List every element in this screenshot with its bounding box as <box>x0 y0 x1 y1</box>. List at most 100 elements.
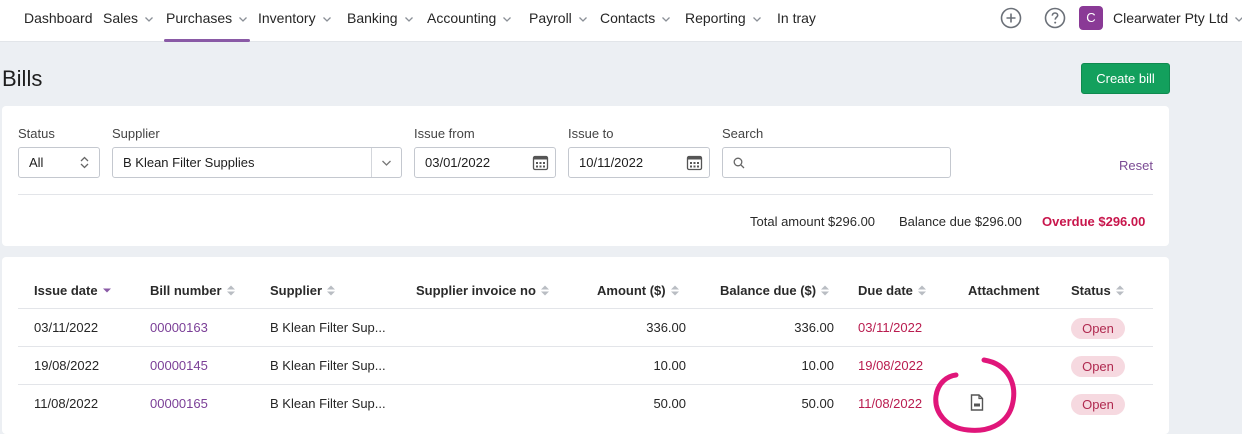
nav-item-in-tray[interactable]: In tray <box>777 0 816 42</box>
chevron-down-icon <box>503 17 512 23</box>
sort-icon <box>1115 285 1124 296</box>
issue-from-input[interactable]: 03/01/2022 <box>414 147 556 178</box>
nav-item-label: Contacts <box>600 10 656 26</box>
column-header-label: Amount ($) <box>597 283 666 298</box>
nav-item-label: Payroll <box>529 10 572 26</box>
column-header-label: Attachment <box>968 283 1040 298</box>
sort-icon <box>226 285 235 296</box>
column-header-balance-due[interactable]: Balance due ($) <box>720 283 830 298</box>
nav-item-label: Sales <box>103 10 139 26</box>
calendar-icon[interactable] <box>532 154 549 171</box>
create-bill-button[interactable]: Create bill <box>1081 63 1170 94</box>
chevron-down-icon <box>239 17 248 23</box>
row-divider <box>18 346 1153 347</box>
chevron-down-icon <box>382 160 391 166</box>
column-header-attachment: Attachment <box>968 283 1040 298</box>
column-header-label: Bill number <box>150 283 222 298</box>
sort-stepper-icon <box>80 156 89 169</box>
column-header-label: Supplier invoice no <box>416 283 536 298</box>
nav-item-label: Accounting <box>427 10 497 26</box>
issue-from-label: Issue from <box>414 126 475 141</box>
nav-item-sales[interactable]: Sales <box>103 0 154 42</box>
sort-icon <box>327 285 336 296</box>
chevron-down-icon <box>578 17 587 23</box>
column-header-supplier[interactable]: Supplier <box>270 283 336 298</box>
issue-from-value: 03/01/2022 <box>425 155 491 170</box>
column-header-due-date[interactable]: Due date <box>858 283 926 298</box>
issue-to-label: Issue to <box>568 126 614 141</box>
nav-item-payroll[interactable]: Payroll <box>529 0 588 42</box>
nav-item-label: Dashboard <box>24 10 93 26</box>
column-header-label: Due date <box>858 283 913 298</box>
supplier-label: Supplier <box>112 126 160 141</box>
cell-amount: 50.00 <box>653 396 686 411</box>
status-select[interactable]: All <box>18 147 100 178</box>
field-divider <box>371 148 372 177</box>
status-select-value: All <box>29 155 44 170</box>
nav-item-contacts[interactable]: Contacts <box>600 0 671 42</box>
search-input[interactable] <box>722 147 951 178</box>
supplier-select[interactable]: B Klean Filter Supplies <box>112 147 402 178</box>
cell-supplier: B Klean Filter Sup... <box>270 320 386 335</box>
calendar-icon[interactable] <box>686 154 703 171</box>
org-switcher[interactable]: Clearwater Pty Ltd <box>1113 0 1242 36</box>
status-badge: Open <box>1071 318 1125 339</box>
status-label: Status <box>18 126 55 141</box>
row-divider <box>18 384 1153 385</box>
nav-item-label: Reporting <box>685 10 746 26</box>
chevron-down-icon <box>145 17 153 23</box>
nav-item-dashboard[interactable]: Dashboard <box>24 0 93 42</box>
column-header-status[interactable]: Status <box>1071 283 1124 298</box>
add-icon[interactable] <box>1000 7 1022 29</box>
nav-item-accounting[interactable]: Accounting <box>427 0 512 42</box>
reset-link[interactable]: Reset <box>1119 158 1153 173</box>
search-icon <box>733 157 745 169</box>
sort-descending-icon <box>102 288 111 293</box>
overdue-total: Overdue $296.00 <box>1042 214 1146 229</box>
nav-item-inventory[interactable]: Inventory <box>258 0 332 42</box>
help-icon[interactable] <box>1044 7 1066 29</box>
bill-number-link[interactable]: 00000145 <box>150 358 208 373</box>
cell-supplier: B Klean Filter Sup... <box>270 396 386 411</box>
total-amount: Total amount $296.00 <box>750 214 876 229</box>
column-header-supplier-invoice-no[interactable]: Supplier invoice no <box>416 283 549 298</box>
issue-to-value: 10/11/2022 <box>579 155 644 170</box>
chevron-down-icon <box>322 17 331 23</box>
bill-number-link[interactable]: 00000165 <box>150 396 208 411</box>
org-avatar[interactable]: C <box>1079 6 1103 30</box>
status-badge: Open <box>1071 356 1125 377</box>
balance-due-total: Balance due $296.00 <box>899 214 1022 229</box>
issue-to-input[interactable]: 10/11/2022 <box>568 147 710 178</box>
cell-due-date: 19/08/2022 <box>858 358 924 373</box>
nav-item-label: Banking <box>347 10 398 26</box>
cell-balance-due: 10.00 <box>801 358 834 373</box>
column-header-issue-date[interactable]: Issue date <box>34 283 111 298</box>
chevron-down-icon <box>404 17 413 23</box>
nav-item-banking[interactable]: Banking <box>347 0 414 42</box>
nav-item-purchases[interactable]: Purchases <box>163 0 251 42</box>
cell-amount: 336.00 <box>646 320 686 335</box>
attachment-icon[interactable] <box>969 394 985 411</box>
cell-balance-due: 336.00 <box>794 320 834 335</box>
cell-balance-due: 50.00 <box>801 396 834 411</box>
header-divider <box>18 308 1153 309</box>
chevron-down-icon <box>662 17 671 23</box>
status-badge: Open <box>1071 394 1125 415</box>
cell-amount: 10.00 <box>653 358 686 373</box>
cell-issue-date: 19/08/2022 <box>34 358 100 373</box>
nav-item-label: In tray <box>777 10 816 26</box>
sort-icon <box>917 285 926 296</box>
nav-item-label: Inventory <box>258 10 316 26</box>
column-header-label: Supplier <box>270 283 323 298</box>
cell-supplier: B Klean Filter Sup... <box>270 358 386 373</box>
chevron-down-icon <box>752 17 761 23</box>
column-header-label: Issue date <box>34 283 98 298</box>
column-header-amount[interactable]: Amount ($) <box>597 283 679 298</box>
column-header-label: Balance due ($) <box>720 283 817 298</box>
bill-number-link[interactable]: 00000163 <box>150 320 208 335</box>
sort-icon <box>821 285 830 296</box>
column-header-bill-number[interactable]: Bill number <box>150 283 235 298</box>
cell-issue-date: 11/08/2022 <box>34 396 99 411</box>
cell-issue-date: 03/11/2022 <box>34 320 99 335</box>
nav-item-reporting[interactable]: Reporting <box>685 0 762 42</box>
